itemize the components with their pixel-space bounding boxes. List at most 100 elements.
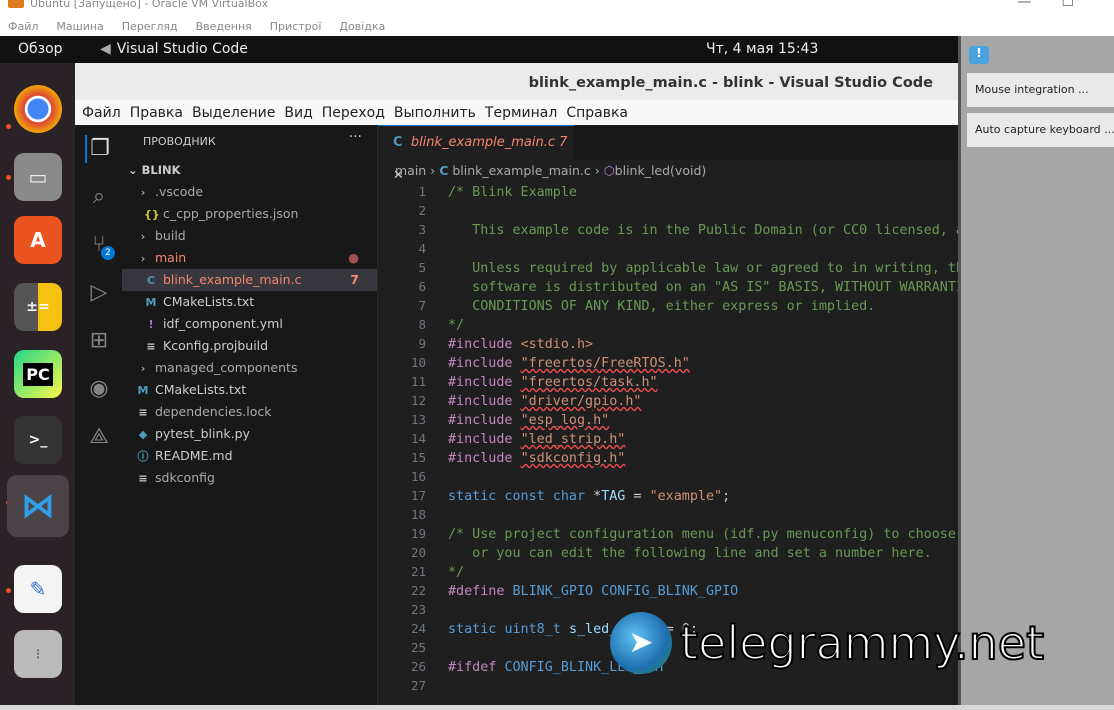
breadcrumb-file[interactable]: blink_example_main.c — [452, 163, 590, 178]
tree-item-label: idf_component.yml — [163, 316, 283, 331]
run-debug-icon[interactable]: ▷ — [85, 279, 113, 307]
tree-item[interactable]: Cblink_example_main.c 7 — [122, 269, 377, 291]
breadcrumb-symbol[interactable]: blink_led(void) — [615, 163, 707, 178]
line-number: 7 — [418, 298, 426, 313]
vscode-title-bar: blink_example_main.c - blink - Visual St… — [75, 63, 958, 100]
tree-item[interactable]: ⓘ README.md — [122, 445, 377, 467]
tree-item[interactable]: › .vscode — [122, 181, 377, 203]
tab-blink-example-main[interactable]: C blink_example_main.c 7 ✕ — [378, 125, 574, 183]
notification-icon[interactable]: ! — [969, 46, 989, 64]
tree-item[interactable]: ≡ Kconfig.projbuild — [122, 335, 377, 357]
code-line: 2 — [378, 201, 958, 220]
code-token: Unless required by applicable law or agr… — [448, 261, 981, 276]
workspace-root[interactable]: ⌄ BLINK — [122, 159, 377, 181]
code-token: * — [593, 489, 602, 504]
code-token: #include — [448, 451, 521, 466]
text-editor-icon[interactable]: ✎ — [14, 565, 62, 613]
software-icon[interactable]: A — [14, 216, 62, 264]
code-line: 18 — [378, 505, 958, 524]
virtualbox-notification-panel: ! Mouse integration ... Auto capture key… — [958, 36, 1114, 710]
tree-item-label: main — [155, 250, 187, 265]
code-line: 1 /* Blink Example — [378, 182, 958, 201]
menu-view[interactable]: Перегляд — [122, 20, 178, 33]
auto-capture-keyboard-notice[interactable]: Auto capture keyboard ... — [967, 113, 1114, 147]
line-number: 4 — [418, 241, 426, 256]
tree-item-label: Kconfig.projbuild — [163, 338, 269, 353]
code-token: "driver/gpio.h" — [520, 394, 642, 409]
menu-view[interactable]: Вид — [284, 105, 312, 121]
app-menu[interactable]: ◀ Visual Studio Code — [100, 41, 248, 57]
tree-item[interactable]: ◆ pytest_blink.py — [122, 423, 377, 445]
tree-item-label: README.md — [155, 448, 233, 463]
calculator-icon[interactable]: ±= — [14, 283, 62, 331]
tree-item-label: sdkconfig — [155, 470, 215, 485]
tree-item[interactable]: {} c_cpp_properties.json — [122, 203, 377, 225]
code-line: 10 #include "freertos/FreeRTOS.h" — [378, 353, 958, 372]
code-token: static — [448, 622, 505, 637]
app-name: Visual Studio Code — [116, 41, 248, 57]
code-token: #include — [448, 337, 521, 352]
code-token: "led_strip.h" — [520, 432, 626, 447]
tree-item-label: managed_components — [155, 360, 298, 375]
chrome-icon[interactable] — [14, 85, 62, 133]
tree-item[interactable]: ≡ sdkconfig — [122, 467, 377, 489]
menu-run[interactable]: Выполнить — [394, 105, 476, 121]
code-token: "freertos/task.h" — [520, 375, 658, 390]
pycharm-icon[interactable]: PC — [14, 350, 62, 398]
menu-file[interactable]: Файл — [8, 20, 38, 33]
file-icon: M — [145, 296, 157, 309]
tree-item[interactable]: M CMakeLists.txt — [122, 379, 377, 401]
tree-item-label: c_cpp_properties.json — [163, 206, 299, 221]
espressif-icon[interactable]: ◉ — [85, 375, 113, 403]
code-token: uint8_t — [504, 622, 569, 637]
menu-selection[interactable]: Выделение — [192, 105, 275, 121]
line-number: 12 — [410, 393, 426, 408]
code-token: TAG — [601, 489, 626, 504]
extensions-icon[interactable]: ⊞ — [85, 327, 113, 355]
code-token: #include — [448, 394, 521, 409]
watermark-text: telegrammy.net — [679, 615, 1045, 671]
more-actions-icon[interactable]: ··· — [349, 129, 362, 145]
mouse-integration-notice[interactable]: Mouse integration ... — [967, 73, 1114, 107]
search-icon[interactable]: ⌕ — [85, 183, 113, 211]
tree-item[interactable]: › main ● — [122, 247, 377, 269]
menu-input[interactable]: Введення — [196, 20, 252, 33]
tree-item[interactable]: › build — [122, 225, 377, 247]
code-token: #include — [448, 375, 521, 390]
tree-item[interactable]: ≡ dependencies.lock — [122, 401, 377, 423]
tree-item-label: pytest_blink.py — [155, 426, 250, 441]
menu-go[interactable]: Переход — [322, 105, 385, 121]
code-line: 3 This example code is in the Public Dom… — [378, 220, 1084, 239]
tree-item[interactable]: M CMakeLists.txt — [122, 291, 377, 313]
idf-icon[interactable]: ⟁ — [85, 423, 113, 451]
window-title: Ubuntu [Запущено] - Oracle VM VirtualBox — [30, 0, 269, 10]
clock[interactable]: Чт, 4 мая 15:43 — [706, 41, 818, 57]
files-icon[interactable]: ▭ — [14, 153, 62, 201]
menu-machine[interactable]: Машина — [56, 20, 103, 33]
line-number: 20 — [410, 545, 426, 560]
line-number: 6 — [418, 279, 426, 294]
tree-item-label: CMakeLists.txt — [155, 382, 247, 397]
file-icon: › — [140, 362, 146, 375]
menu-help[interactable]: Справка — [566, 105, 628, 121]
app-grid-icon[interactable]: ⋮ — [14, 630, 62, 678]
code-token: = — [625, 489, 650, 504]
activities-button[interactable]: Обзор — [18, 41, 63, 57]
menu-edit[interactable]: Правка — [130, 105, 183, 121]
file-icon: M — [137, 384, 149, 397]
menu-file[interactable]: Файл — [82, 105, 121, 121]
breadcrumb-folder[interactable]: main — [395, 163, 426, 178]
explorer-icon[interactable]: ❐ — [85, 135, 113, 163]
menu-help[interactable]: Довідка — [339, 20, 385, 33]
menu-terminal[interactable]: Терминал — [485, 105, 557, 121]
line-number: 8 — [418, 317, 426, 332]
menu-devices[interactable]: Пристрої — [270, 20, 322, 33]
tree-item[interactable]: ! idf_component.yml — [122, 313, 377, 335]
window-controls[interactable]: —☐ — [1017, 0, 1104, 10]
vscode-dock-icon[interactable]: ⋈ — [7, 475, 69, 537]
problem-count: 7 — [350, 272, 359, 287]
terminal-icon[interactable]: >_ — [14, 416, 62, 464]
tree-item[interactable]: › managed_components — [122, 357, 377, 379]
code-line: 16 — [378, 467, 958, 486]
explorer-header: ПРОВОДНИК — [143, 135, 216, 148]
